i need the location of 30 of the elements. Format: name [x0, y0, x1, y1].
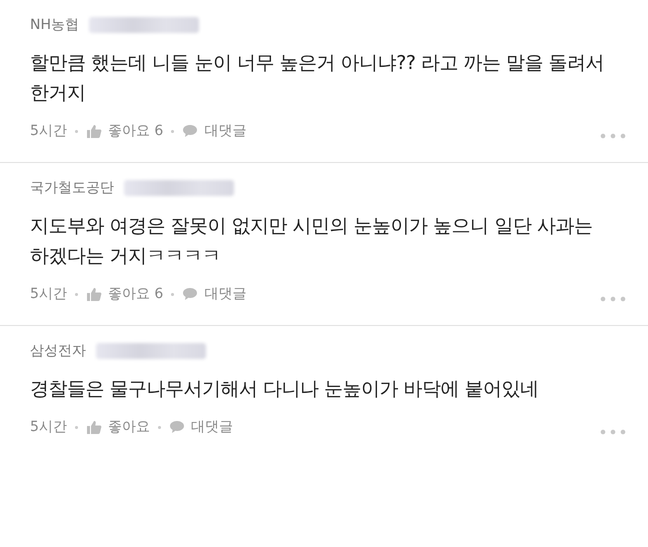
separator-dot [74, 292, 78, 296]
company-name: 국가철도공단 [30, 179, 114, 197]
like-button[interactable]: 좋아요 6 [86, 285, 164, 303]
separator-dot [171, 292, 174, 296]
reply-button[interactable]: 대댓글 [182, 285, 246, 303]
comment-time: 5시간 [30, 418, 67, 436]
more-options-icon[interactable] [600, 429, 626, 435]
thumbs-up-icon [86, 124, 102, 138]
comment-text: 경찰들은 물구나무서기해서 다니나 눈높이가 바닥에 붙어있네 [30, 377, 540, 402]
separator-dot [158, 426, 161, 428]
comment-time: 5시간 [30, 122, 67, 140]
speech-bubble-icon [168, 420, 185, 434]
comment-time: 5시간 [30, 285, 67, 303]
reply-button[interactable]: 대댓글 [168, 418, 233, 436]
more-options-icon[interactable] [600, 133, 626, 139]
separator-dot [74, 426, 78, 428]
like-button[interactable]: 좋아요 [86, 418, 150, 436]
speech-bubble-icon [182, 287, 198, 301]
company-name: 삼성전자 [30, 342, 86, 360]
comment-text: 지도부와 여경은 잘못이 없지만 시민의 눈높이가 높으니 일단 사과는 하겠다는 거지ㅋㅋㅋㅋ [30, 214, 594, 269]
separator-dot [74, 130, 78, 132]
speech-bubble-icon [182, 124, 198, 138]
like-button[interactable]: 좋아요 6 [86, 122, 164, 140]
reply-button[interactable]: 대댓글 [182, 122, 246, 140]
thumbs-up-icon [86, 420, 102, 434]
thumbs-up-icon [86, 286, 102, 302]
company-name: NH농협 [30, 16, 79, 34]
comment-text: 할만큼 했는데 니들 눈이 너무 높은거 아니냐?? 라고 까는 말을 돌려서 한거지 [30, 51, 606, 106]
separator-dot [171, 130, 174, 132]
more-options-icon[interactable] [600, 296, 626, 302]
